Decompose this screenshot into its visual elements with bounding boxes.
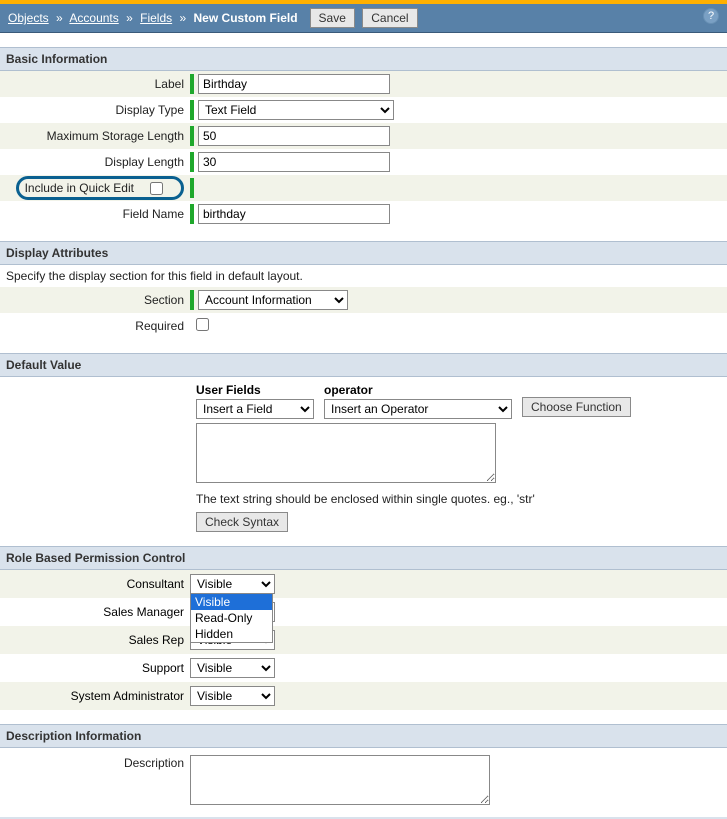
role-label: Consultant <box>0 577 190 591</box>
breadcrumb-objects[interactable]: Objects <box>8 11 49 25</box>
label-description: Description <box>0 750 190 770</box>
breadcrumb-fields[interactable]: Fields <box>140 11 172 25</box>
label-required: Required <box>0 319 190 333</box>
role-label: Sales Manager <box>0 605 190 619</box>
section-role-permission: Role Based Permission Control <box>0 546 727 570</box>
role-row: SupportVisible <box>0 654 727 682</box>
label-quick-edit: Include in Quick Edit <box>16 176 184 200</box>
role-option[interactable]: Hidden <box>191 626 272 642</box>
label-input[interactable] <box>198 74 390 94</box>
display-length-input[interactable] <box>198 152 390 172</box>
role-permission-select[interactable]: Visible <box>190 658 275 678</box>
role-row: System AdministratorVisible <box>0 682 727 710</box>
default-value-hint: The text string should be enclosed withi… <box>196 492 727 506</box>
role-row: Sales ManagerVisible <box>0 598 727 626</box>
role-permission-select[interactable]: Visible <box>190 574 275 594</box>
label-field-name: Field Name <box>0 207 190 221</box>
breadcrumb: Objects » Accounts » Fields » New Custom… <box>8 11 298 25</box>
default-value-textarea[interactable] <box>196 423 496 483</box>
required-checkbox[interactable] <box>196 318 209 331</box>
save-button[interactable]: Save <box>310 8 355 28</box>
label-max-storage: Maximum Storage Length <box>0 129 190 143</box>
role-option[interactable]: Read-Only <box>191 610 272 626</box>
display-attrs-note: Specify the display section for this fie… <box>0 265 727 287</box>
label-operator: operator <box>324 383 514 397</box>
field-name-input[interactable] <box>198 204 390 224</box>
breadcrumb-current: New Custom Field <box>194 11 298 25</box>
choose-function-button[interactable]: Choose Function <box>522 397 631 417</box>
label-label: Label <box>0 77 190 91</box>
role-row: ConsultantVisibleVisibleRead-OnlyHidden <box>0 570 727 598</box>
breadcrumb-accounts[interactable]: Accounts <box>69 11 118 25</box>
section-basic-information: Basic Information <box>0 47 727 71</box>
quick-edit-checkbox[interactable] <box>150 182 163 195</box>
section-description-information: Description Information <box>0 724 727 748</box>
label-display-type: Display Type <box>0 103 190 117</box>
section-display-attributes: Display Attributes <box>0 241 727 265</box>
section-default-value: Default Value <box>0 353 727 377</box>
max-storage-input[interactable] <box>198 126 390 146</box>
cancel-button[interactable]: Cancel <box>362 8 417 28</box>
role-label: Sales Rep <box>0 633 190 647</box>
label-user-fields: User Fields <box>196 383 316 397</box>
role-option[interactable]: Visible <box>191 594 272 610</box>
label-display-length: Display Length <box>0 155 190 169</box>
description-textarea[interactable] <box>190 755 490 805</box>
role-dropdown-open: VisibleRead-OnlyHidden <box>190 593 273 643</box>
user-fields-select[interactable]: Insert a Field <box>196 399 314 419</box>
help-icon[interactable]: ? <box>703 8 719 24</box>
page-header: Objects » Accounts » Fields » New Custom… <box>0 4 727 33</box>
label-section: Section <box>0 293 190 307</box>
role-row: Sales RepVisible <box>0 626 727 654</box>
section-select[interactable]: Account Information <box>198 290 348 310</box>
role-label: Support <box>0 661 190 675</box>
operator-select[interactable]: Insert an Operator <box>324 399 512 419</box>
check-syntax-button[interactable]: Check Syntax <box>196 512 288 532</box>
role-label: System Administrator <box>0 689 190 703</box>
role-permission-select[interactable]: Visible <box>190 686 275 706</box>
display-type-select[interactable]: Text Field <box>198 100 394 120</box>
